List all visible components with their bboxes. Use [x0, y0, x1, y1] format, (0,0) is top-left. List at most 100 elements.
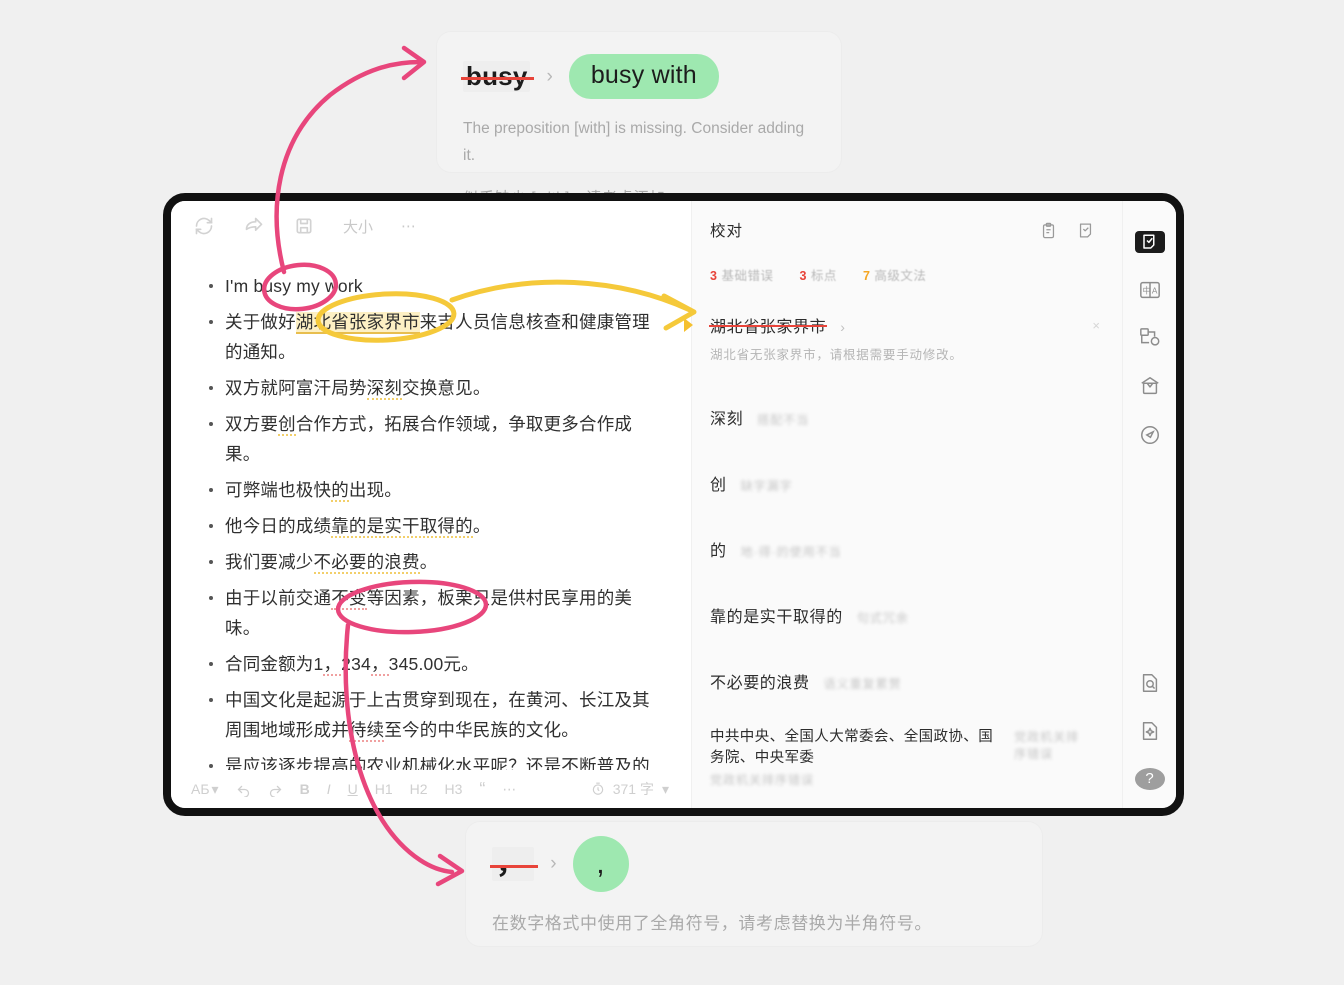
suggestion-item[interactable]: 中共中央、全国人大常委会、全国政协、国务院、中央军委 党政机关排序错误 党政机关排序… [692, 716, 1122, 799]
flagged-text-run[interactable]: 深刻 [366, 378, 403, 400]
suggestion-description-cn: 在数字格式中使用了全角符号，请考虑替换为半角符号。 [492, 914, 932, 933]
quote-button[interactable]: “ [479, 779, 485, 800]
grammar-suggestion-card-top[interactable]: busy › busy with The preposition [with] … [437, 32, 841, 207]
suggestion-item[interactable]: 深刻 搭配不当 [692, 396, 1122, 440]
punctuation-suggestion-card-bottom[interactable]: ， › , 在数字格式中使用了全角符号，请考虑替换为半角符号。 [466, 822, 1042, 946]
text-run: 由于以前交通 [225, 588, 332, 608]
suggestion-item[interactable]: 靠的是实干取得的 句式冗余 [692, 594, 1122, 638]
flagged-text-run[interactable]: ， [323, 654, 342, 676]
flagged-text-run[interactable]: 湖北省张家界市 [295, 312, 420, 334]
suggestion-row: 靠的是实干取得的 句式冗余 [710, 603, 1092, 627]
chevron-right-icon: › [550, 853, 557, 874]
original-text: busy [460, 61, 536, 92]
proofread-panel: 校对 3 基础错误 3 标点 7 高级文法 湖北省张家界市 › × 湖北省无张家界市，请根据需要… [684, 201, 1122, 808]
issue-badge[interactable]: 3 标点 [799, 265, 836, 284]
text-run: 234 [341, 654, 371, 674]
text-run: 。 [419, 552, 438, 572]
save-icon[interactable] [293, 215, 315, 237]
proofread-icon[interactable] [1134, 231, 1165, 254]
word-count[interactable]: 371 字 ▾ [591, 779, 669, 799]
suggestion-type-label: 缺字漏字 [740, 479, 793, 493]
font-size-icon[interactable]: 大小 [343, 216, 373, 237]
badge-label: 标点 [810, 269, 837, 283]
document-list-item[interactable]: I'm busy my work [207, 271, 661, 301]
undo-icon[interactable] [236, 782, 251, 797]
document-list-item[interactable]: 由于以前交通不变等因素，板栗只是供村民享用的美味。 [207, 583, 661, 643]
replacement-chip[interactable]: busy with [568, 54, 719, 99]
box-icon[interactable] [1135, 375, 1165, 397]
clipboard-icon[interactable] [1040, 221, 1057, 240]
suggestion-text: 的 [710, 543, 727, 560]
suggestion-text: 湖北省张家界市 [708, 313, 828, 337]
chevron-right-icon[interactable]: › [840, 319, 845, 335]
text-run: 是应该逐步提高的农业机械化水平呢？还是不断普及的新型 [225, 756, 650, 770]
more-format-button[interactable]: ⋯ [502, 781, 516, 798]
font-style-button[interactable]: AБ ▾ [191, 781, 219, 798]
text-run: 可弊端也极快 [225, 480, 332, 500]
issue-badge-row: 3 基础错误 3 标点 7 高级文法 [692, 241, 1122, 284]
panel-header: 校对 [692, 213, 1122, 241]
share-icon[interactable] [243, 215, 265, 237]
document-list-item[interactable]: 关于做好湖北省张家界市来吉人员信息核查和健康管理的通知。 [207, 307, 661, 367]
document-list-item[interactable]: 是应该逐步提高的农业机械化水平呢？还是不断普及的新型农业技术？这是摆在我们面前的 [207, 751, 661, 770]
badge-count: 3 [710, 269, 718, 283]
checked-doc-icon[interactable] [1077, 221, 1094, 240]
flagged-text-run[interactable]: 创 [278, 414, 296, 436]
flagged-text-run[interactable]: 靠的是实干取得的 [331, 516, 473, 538]
flowchart-icon[interactable] [1135, 327, 1165, 349]
document-paragraph-list: I'm busy my work 关于做好湖北省张家界市来吉人员信息核查和健康管理… [207, 271, 661, 770]
redo-icon[interactable] [268, 782, 283, 797]
suggestion-type-label: 地·得·的使用不当 [740, 545, 842, 559]
document-body[interactable]: I'm busy my work 关于做好湖北省张家界市来吉人员信息核查和健康管理… [171, 245, 691, 770]
suggestion-row: 中共中央、全国人大常委会、全国政协、国务院、中央军委 党政机关排序错误 [710, 725, 1092, 767]
heading2-button[interactable]: H2 [410, 781, 428, 797]
suggestion-text: 不必要的浪费 [710, 675, 810, 692]
suggestion-item[interactable]: 不必要的浪费 语义重复累赘 [692, 660, 1122, 704]
text-run: 他今日的成绩 [225, 516, 332, 536]
flagged-text-run[interactable]: 的 [331, 480, 349, 502]
heading3-button[interactable]: H3 [445, 781, 463, 797]
text-run: 345.00元。 [388, 654, 479, 674]
panel-title: 校对 [710, 223, 744, 240]
original-punctuation: ， [489, 847, 539, 881]
document-list-item[interactable]: 合同金额为1，234，345.00元。 [207, 649, 661, 679]
document-list-item[interactable]: 双方要创合作方式，拓展合作领域，争取更多合作成果。 [207, 409, 661, 469]
document-list-item[interactable]: 可弊端也极快的出现。 [207, 475, 661, 505]
text-run: 关于做好 [225, 312, 296, 332]
sync-icon[interactable] [193, 215, 215, 237]
badge-count: 7 [862, 269, 871, 283]
word-count-label: 371 字 [612, 781, 654, 797]
issue-badge[interactable]: 3 基础错误 [710, 265, 773, 284]
help-button[interactable]: ? [1134, 767, 1165, 790]
suggestion-text: 靠的是实干取得的 [710, 609, 843, 626]
suggestion-row: 创缺字漏字 [710, 471, 1092, 495]
text-run: 交换意见。 [402, 378, 491, 398]
document-list-item[interactable]: 我们要减少不必要的浪费。 [207, 547, 661, 577]
screenshot-root: busy › busy with The preposition [with] … [0, 0, 1344, 985]
document-list-item[interactable]: 中国文化是起源于上古贯穿到现在，在黄河、长江及其周围地域形成并待续至今的中华民族… [207, 685, 661, 745]
suggestion-row: 深刻 搭配不当 [710, 405, 1092, 429]
flagged-text-run[interactable]: 不必要的浪费 [313, 552, 420, 574]
document-list-item[interactable]: 他今日的成绩靠的是实干取得的。 [207, 511, 661, 541]
doc-search-icon[interactable] [1135, 672, 1165, 694]
doc-magic-icon[interactable] [1135, 720, 1165, 742]
heading1-button[interactable]: H1 [375, 781, 393, 797]
translate-icon[interactable]: 中A [1135, 279, 1165, 301]
dismiss-suggestion-button[interactable]: × [1092, 318, 1100, 333]
suggestion-item[interactable]: 的地·得·的使用不当 [692, 528, 1122, 572]
bold-button[interactable]: B [300, 781, 310, 797]
flagged-text-run[interactable]: ， [370, 654, 389, 676]
replacement-chip[interactable]: , [572, 836, 629, 892]
underline-button[interactable]: U [348, 781, 358, 797]
suggestion-item[interactable]: 创缺字漏字 [692, 462, 1122, 506]
document-list-item[interactable]: 双方就阿富汗局势深刻交换意见。 [207, 373, 661, 403]
compass-icon[interactable] [1135, 424, 1165, 446]
issue-badge[interactable]: 7 高级文法 [863, 265, 926, 284]
flagged-text-run[interactable]: 不变 [331, 588, 367, 610]
more-icon[interactable]: ⋯ [401, 217, 416, 235]
italic-button[interactable]: I [327, 781, 331, 797]
suggestion-item[interactable]: 湖北省张家界市 › × 湖北省无张家界市，请根据需要手动修改。 [684, 304, 1122, 374]
chevron-right-icon: › [546, 65, 553, 87]
flagged-text-run[interactable]: 待续 [348, 720, 385, 742]
timer-icon [591, 782, 605, 796]
